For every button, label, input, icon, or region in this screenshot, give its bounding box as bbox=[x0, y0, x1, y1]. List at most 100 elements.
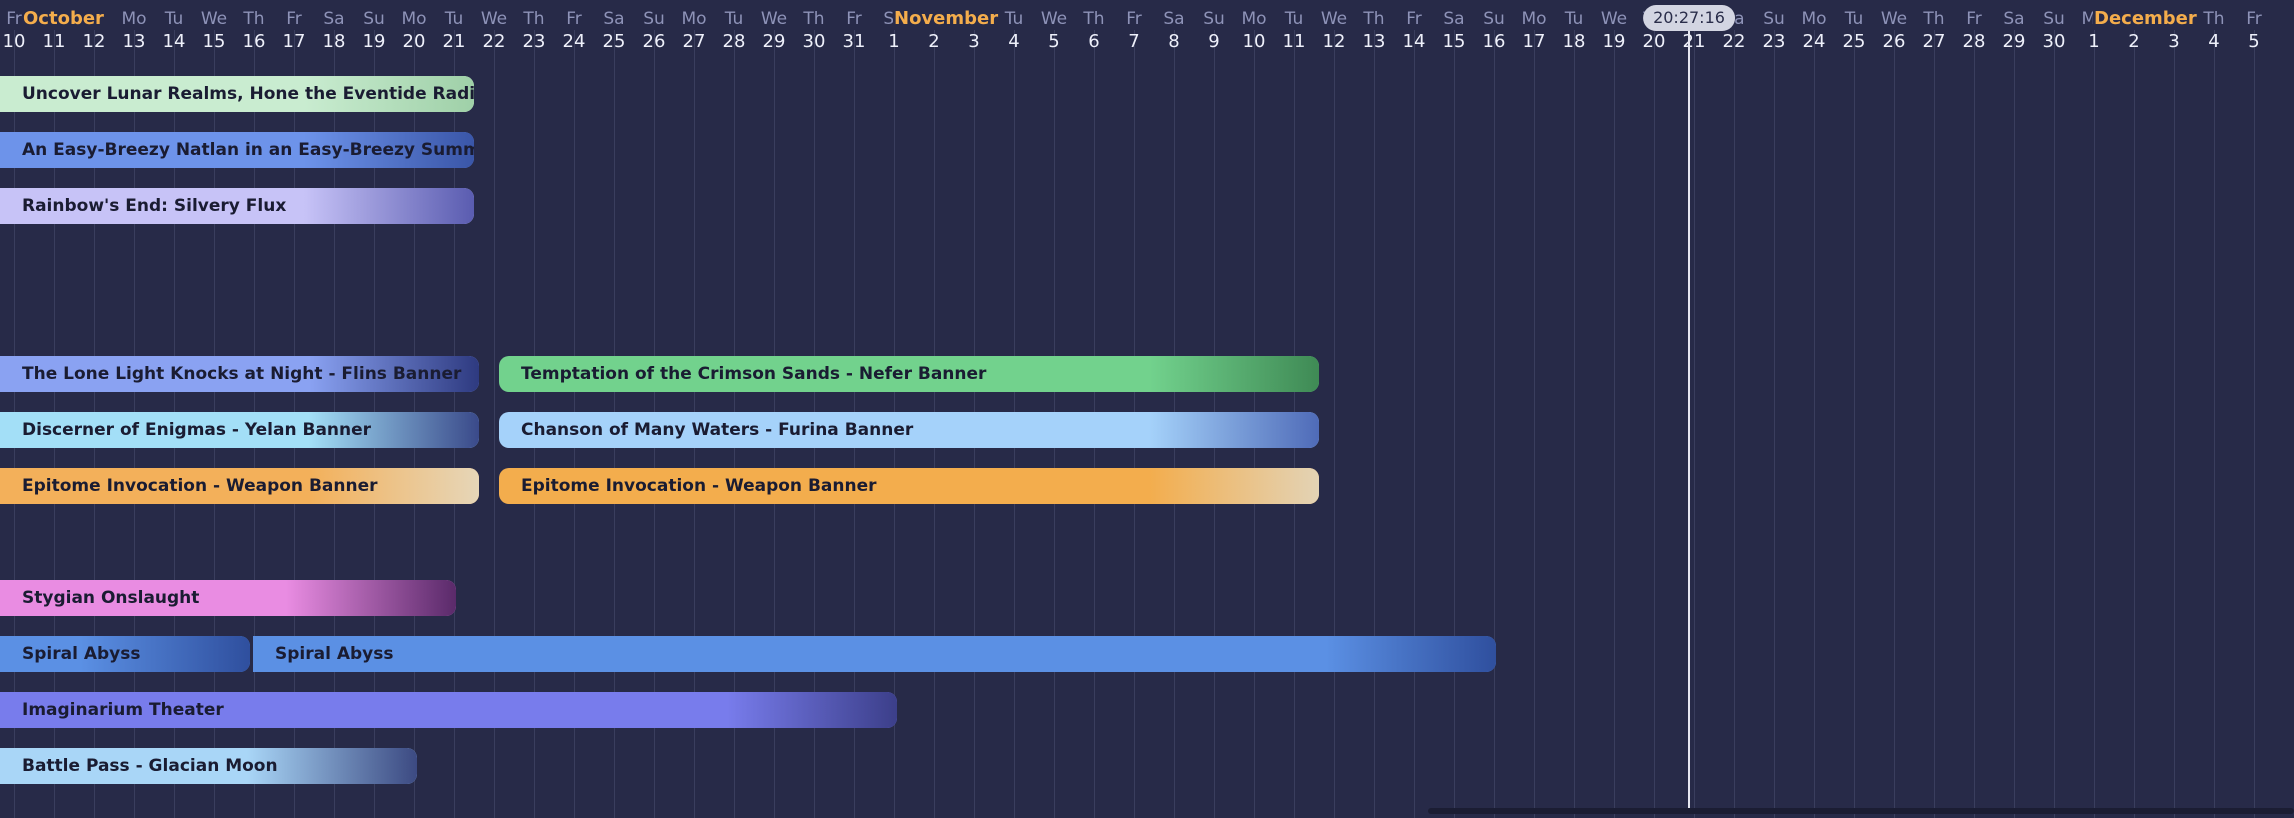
day-number: 1 bbox=[888, 31, 900, 52]
day-gridline bbox=[2133, 30, 2135, 818]
day-number: 14 bbox=[162, 31, 186, 52]
day-number: 12 bbox=[82, 31, 106, 52]
day-number: 2 bbox=[2128, 31, 2140, 52]
month-label: November bbox=[893, 8, 1000, 29]
event-bar-label: Chanson of Many Waters - Furina Banner bbox=[521, 420, 914, 440]
day-gridline bbox=[2253, 30, 2255, 818]
day-number: 12 bbox=[1322, 31, 1346, 52]
event-bar-label: Spiral Abyss bbox=[275, 644, 394, 664]
day-gridline bbox=[1893, 30, 1895, 818]
event-bar[interactable]: Spiral Abyss bbox=[0, 636, 250, 672]
day-number: 25 bbox=[602, 31, 626, 52]
day-number: 21 bbox=[1682, 31, 1706, 52]
weekday-label: Mo bbox=[1521, 9, 1547, 29]
event-bar[interactable]: Spiral Abyss bbox=[253, 636, 1496, 672]
weekday-label: Su bbox=[1483, 9, 1505, 29]
horizontal-scrollbar[interactable] bbox=[1428, 808, 2294, 814]
event-bar[interactable]: Chanson of Many Waters - Furina Banner bbox=[499, 412, 1319, 448]
event-bar[interactable]: An Easy-Breezy Natlan in an Easy-Breezy … bbox=[0, 132, 474, 168]
weekday-label: Sa bbox=[603, 9, 625, 29]
weekday-label: Fr bbox=[1406, 9, 1422, 29]
day-number: 11 bbox=[1282, 31, 1306, 52]
day-gridline bbox=[2053, 30, 2055, 818]
banner-art bbox=[304, 188, 474, 224]
day-gridline bbox=[1533, 30, 1535, 818]
weekday-label: Su bbox=[363, 9, 385, 29]
event-bar[interactable]: Discerner of Enigmas - Yelan Banner bbox=[0, 412, 479, 448]
month-label: October bbox=[22, 8, 105, 29]
day-number: 22 bbox=[482, 31, 506, 52]
banner-art bbox=[286, 580, 456, 616]
banner-art bbox=[1149, 468, 1319, 504]
weekday-label: Sa bbox=[1443, 9, 1465, 29]
day-number: 17 bbox=[1522, 31, 1546, 52]
weekday-label: Mo bbox=[121, 9, 147, 29]
weekday-label: We bbox=[1040, 9, 1068, 29]
weekday-label: Tu bbox=[1564, 9, 1584, 29]
day-number: 29 bbox=[762, 31, 786, 52]
weekday-label: Tu bbox=[1284, 9, 1304, 29]
day-gridline bbox=[2093, 30, 2095, 818]
day-number: 15 bbox=[202, 31, 226, 52]
day-gridline bbox=[1573, 30, 1575, 818]
day-gridline bbox=[1453, 30, 1455, 818]
day-gridline bbox=[1333, 30, 1335, 818]
event-bar-label: Stygian Onslaught bbox=[22, 588, 200, 608]
day-number: 23 bbox=[522, 31, 546, 52]
day-number: 20 bbox=[1642, 31, 1666, 52]
event-bar-label: Imaginarium Theater bbox=[22, 700, 224, 720]
day-number: 1 bbox=[2088, 31, 2100, 52]
day-number: 16 bbox=[242, 31, 266, 52]
day-number: 4 bbox=[1008, 31, 1020, 52]
day-number: 15 bbox=[1442, 31, 1466, 52]
day-number: 2 bbox=[928, 31, 940, 52]
day-number: 9 bbox=[1208, 31, 1220, 52]
event-bar[interactable]: Epitome Invocation - Weapon Banner bbox=[499, 468, 1319, 504]
event-bar-label: Discerner of Enigmas - Yelan Banner bbox=[22, 420, 372, 440]
day-number: 19 bbox=[362, 31, 386, 52]
event-bar[interactable]: Battle Pass - Glacian Moon bbox=[0, 748, 417, 784]
day-number: 28 bbox=[722, 31, 746, 52]
current-time-line bbox=[1688, 26, 1690, 810]
day-gridline bbox=[1933, 30, 1935, 818]
day-gridline bbox=[1973, 30, 1975, 818]
event-bar[interactable]: Epitome Invocation - Weapon Banner bbox=[0, 468, 479, 504]
weekday-label: Sa bbox=[1163, 9, 1185, 29]
event-bar[interactable]: Imaginarium Theater bbox=[0, 692, 897, 728]
weekday-label: Su bbox=[1763, 9, 1785, 29]
day-number: 27 bbox=[682, 31, 706, 52]
event-bar[interactable]: Stygian Onslaught bbox=[0, 580, 456, 616]
weekday-label: Su bbox=[1203, 9, 1225, 29]
day-gridline bbox=[2213, 30, 2215, 818]
weekday-label: Fr bbox=[2246, 9, 2262, 29]
day-number: 5 bbox=[2248, 31, 2260, 52]
day-number: 22 bbox=[1722, 31, 1746, 52]
day-number: 18 bbox=[322, 31, 346, 52]
day-number: 14 bbox=[1402, 31, 1426, 52]
weekday-label: We bbox=[1320, 9, 1348, 29]
day-number: 21 bbox=[442, 31, 466, 52]
day-gridline bbox=[1653, 30, 1655, 818]
event-bar[interactable]: Rainbow's End: Silvery Flux bbox=[0, 188, 474, 224]
weekday-label: Th bbox=[803, 9, 825, 29]
event-bar-label: Uncover Lunar Realms, Hone the Eventide … bbox=[22, 84, 474, 104]
weekday-label: Sa bbox=[2003, 9, 2025, 29]
day-number: 27 bbox=[1922, 31, 1946, 52]
event-bar[interactable]: Uncover Lunar Realms, Hone the Eventide … bbox=[0, 76, 474, 112]
event-bar[interactable]: Temptation of the Crimson Sands - Nefer … bbox=[499, 356, 1319, 392]
event-timeline[interactable]: Fr10Sa11Su12Mo13Tu14We15Th16Fr17Sa18Su19… bbox=[0, 0, 2294, 818]
banner-art bbox=[1149, 356, 1319, 392]
day-number: 10 bbox=[1242, 31, 1266, 52]
day-number: 3 bbox=[968, 31, 980, 52]
weekday-label: We bbox=[480, 9, 508, 29]
weekday-label: Fr bbox=[1126, 9, 1142, 29]
day-number: 26 bbox=[642, 31, 666, 52]
weekday-label: Mo bbox=[401, 9, 427, 29]
day-number: 29 bbox=[2002, 31, 2026, 52]
day-number: 10 bbox=[2, 31, 26, 52]
weekday-label: Mo bbox=[681, 9, 707, 29]
weekday-label: We bbox=[760, 9, 788, 29]
weekday-label: Th bbox=[1363, 9, 1385, 29]
weekday-label: Th bbox=[2203, 9, 2225, 29]
event-bar[interactable]: The Lone Light Knocks at Night - Flins B… bbox=[0, 356, 479, 392]
